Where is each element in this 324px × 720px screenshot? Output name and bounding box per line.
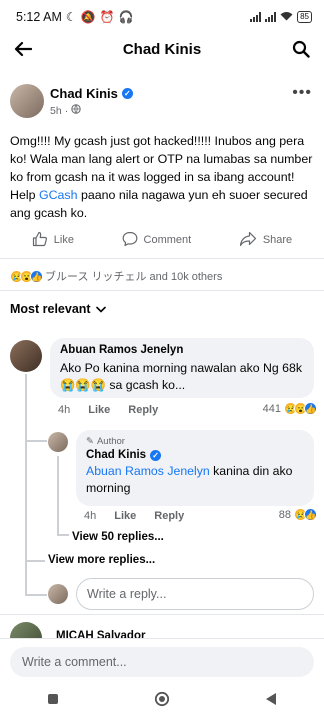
divider [0, 290, 324, 291]
page-title: Chad Kinis [122, 40, 202, 58]
reply-reaction-count[interactable]: 88 😢 👍 [279, 508, 317, 521]
share-icon [239, 231, 257, 250]
home-icon[interactable] [154, 691, 170, 712]
comment-button[interactable]: Comment [122, 231, 191, 250]
comment-reaction-count[interactable]: 441 😢 😮 👍 [263, 402, 317, 415]
battery-icon: 85 [297, 11, 312, 23]
post-body: Omg!!!! My gcash just got hacked!!!!! In… [10, 134, 313, 220]
like-reaction-icon: 👍 [304, 402, 317, 415]
comment-like-button[interactable]: Like [88, 404, 110, 416]
chevron-down-icon [95, 302, 106, 316]
back-triangle-icon[interactable] [265, 692, 277, 711]
comment-actions: 4h Like Reply [58, 404, 158, 416]
globe-icon [71, 104, 81, 117]
reply-reply-button[interactable]: Reply [154, 510, 184, 522]
post-author-avatar[interactable] [10, 84, 44, 118]
mention-link[interactable]: Abuan Ramos Jenelyn [86, 464, 210, 478]
reply-thread-line [57, 456, 59, 534]
sort-comments-dropdown[interactable]: Most relevant [10, 302, 106, 316]
post-author-name[interactable]: Chad Kinis ✓ [50, 86, 133, 101]
thread-branch [25, 560, 45, 562]
alarm-icon: ⏰ [99, 10, 115, 24]
comment-input[interactable]: Write a comment... [10, 647, 314, 677]
moon-icon: ☾ [65, 10, 77, 24]
comment-author[interactable]: Abuan Ramos Jenelyn [60, 344, 304, 356]
thread-branch [25, 594, 47, 596]
comment-bubble: Abuan Ramos Jenelyn Ako Po kanina mornin… [50, 338, 314, 398]
comment-composer: Write a comment... [0, 638, 324, 682]
comment-text: Ako Po kanina morning nawalan ako Ng 68k… [60, 361, 302, 392]
post-meta: 5h · [50, 104, 81, 117]
signal-icon [250, 12, 262, 22]
gcash-link[interactable]: GCash [39, 188, 78, 202]
like-button[interactable]: Like [32, 231, 74, 250]
more-options-icon[interactable]: ••• [292, 84, 312, 102]
post-actions: Like Comment Share [0, 226, 324, 254]
reply-actions: 4h Like Reply [84, 510, 184, 522]
reply-time: 4h [84, 510, 97, 522]
author-badge: ✎ Author [86, 436, 125, 447]
mute-icon: 🔕 [80, 10, 96, 24]
commenter-avatar[interactable] [10, 340, 42, 372]
thread-branch [57, 534, 69, 536]
comment-time: 4h [58, 404, 71, 416]
app-header: Chad Kinis [0, 34, 324, 64]
thread-line [25, 562, 27, 594]
divider [0, 614, 324, 615]
status-time: 5:12 AM [16, 10, 62, 24]
share-button[interactable]: Share [239, 231, 292, 250]
reaction-emojis: 😢 😮 👍 [10, 269, 43, 283]
thread-line [25, 374, 27, 560]
like-reaction-icon: 👍 [30, 269, 43, 283]
verified-badge-icon: ✓ [121, 88, 133, 99]
system-nav-bar [0, 682, 324, 720]
like-reaction-icon: 👍 [304, 508, 317, 521]
reply-input[interactable]: Write a reply... [76, 578, 314, 610]
divider [0, 258, 324, 259]
comment-reply-button[interactable]: Reply [128, 404, 158, 416]
verified-badge-icon: ✓ [150, 449, 162, 461]
signal-icon-2 [265, 12, 277, 22]
my-avatar [48, 584, 68, 604]
pen-icon: ✎ [86, 436, 94, 447]
thread-branch [25, 440, 47, 442]
reply-text: Abuan Ramos Jenelyn kanina din ako morni… [86, 464, 293, 495]
view-replies-link[interactable]: View 50 replies... [72, 531, 164, 543]
back-arrow-icon[interactable] [12, 38, 34, 60]
headset-icon: 🎧 [118, 10, 134, 24]
recents-icon[interactable] [47, 692, 59, 710]
view-more-replies-link[interactable]: View more replies... [48, 554, 155, 566]
reply-like-button[interactable]: Like [114, 510, 136, 522]
reaction-summary[interactable]: 😢 😮 👍 ブルース リッチェル and 10k others [10, 268, 222, 284]
reply-bubble: ✎ Author Chad Kinis ✓ Abuan Ramos Jenely… [76, 430, 314, 506]
search-icon[interactable] [290, 38, 312, 60]
wifi-icon [280, 10, 293, 24]
thumbs-up-icon [32, 231, 48, 250]
reply-author[interactable]: Chad Kinis ✓ [86, 449, 304, 461]
post-header: Chad Kinis ✓ 5h · ••• [0, 78, 324, 126]
reply-author-avatar[interactable] [48, 432, 68, 452]
status-bar: 5:12 AM ☾ 🔕 ⏰ 🎧 85 [0, 0, 324, 34]
comment-icon [122, 231, 138, 250]
